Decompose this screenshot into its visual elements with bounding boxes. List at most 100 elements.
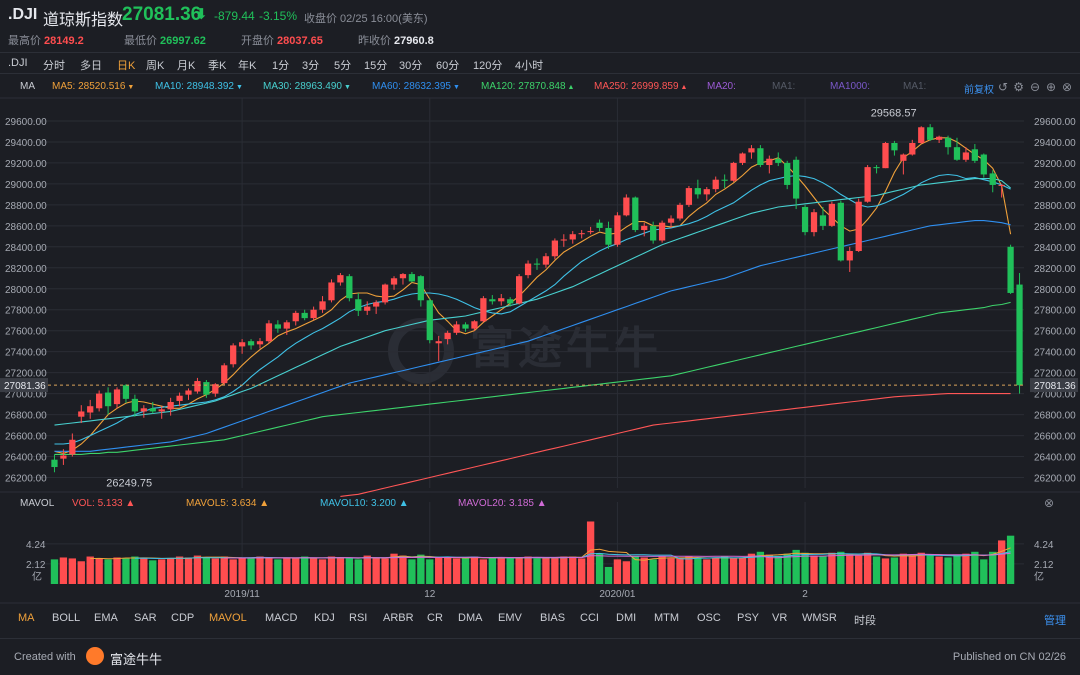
indicator-tab-sar[interactable]: SAR <box>134 612 157 624</box>
candle-body <box>51 459 58 468</box>
indicator-tab-kdj[interactable]: KDJ <box>314 612 335 624</box>
candle-body <box>685 188 693 205</box>
indicator-tab-cci[interactable]: CCI <box>580 612 599 624</box>
indicator-tabs: MA BOLL EMA SAR CDP MAVOL MACD KDJ RSI ARBR CR DMA E… <box>0 608 1080 630</box>
candle-body <box>855 201 862 252</box>
candle-body <box>953 147 961 160</box>
price-tick-right: 29600.00 <box>1034 117 1076 128</box>
volume-bar <box>935 556 943 584</box>
candle-body <box>364 306 371 311</box>
volume-bar <box>470 556 479 584</box>
price-tick-right: 27400.00 <box>1034 348 1076 359</box>
price-tick-left: 29200.00 <box>5 159 47 170</box>
volume-bar <box>381 558 389 584</box>
indicator-tab-macd[interactable]: MACD <box>265 612 297 624</box>
volume-bar <box>685 556 693 584</box>
mavol-legend-item: MAVOL5: 3.634 ▲ <box>186 498 269 509</box>
candle-body <box>784 162 791 185</box>
indicator-tab-osc[interactable]: OSC <box>697 612 721 624</box>
indicator-tab-dma[interactable]: DMA <box>458 612 482 624</box>
indicator-tab-wmsr[interactable]: WMSR <box>802 612 837 624</box>
volume-bar <box>801 552 809 584</box>
volume-bar <box>774 556 782 584</box>
candle-body <box>390 278 398 285</box>
volume-bar <box>899 553 908 584</box>
indicator-tab-arbr[interactable]: ARBR <box>383 612 414 624</box>
indicator-tab-ma[interactable]: MA <box>18 612 35 624</box>
candle-body <box>658 222 666 241</box>
candle-body <box>623 197 630 216</box>
candle-body <box>632 197 639 231</box>
volume-bar <box>202 557 211 584</box>
volume-bar <box>649 559 657 584</box>
manage-button[interactable]: 管理 <box>1044 612 1066 628</box>
volume-bar <box>971 551 979 584</box>
candle-body <box>185 390 192 395</box>
futu-logo-icon <box>86 647 104 665</box>
indicator-tab-bias[interactable]: BIAS <box>540 612 565 624</box>
created-with-label: Created with <box>14 651 76 663</box>
price-tick-left: 29000.00 <box>5 180 47 191</box>
candle-body <box>998 184 1005 186</box>
volume-bar <box>640 557 648 584</box>
indicator-tab-mavol[interactable]: MAVOL <box>209 612 247 624</box>
volume-bar <box>318 559 327 584</box>
candle-body <box>337 275 344 283</box>
candle-body <box>212 384 219 394</box>
indicator-tab-rsi[interactable]: RSI <box>349 612 367 624</box>
volume-bar <box>694 558 702 584</box>
candle-body <box>694 188 701 195</box>
volume-bar <box>238 557 246 584</box>
volume-bar <box>515 557 523 584</box>
kline-chart[interactable]: 26200.00 26200.00 26400.00 26400.00 26600.00… <box>0 0 1080 608</box>
indicator-tab-vr[interactable]: VR <box>772 612 787 624</box>
indicator-tab-mtm[interactable]: MTM <box>654 612 679 624</box>
price-tick-right: 28600.00 <box>1034 222 1076 233</box>
volume-bar <box>569 556 577 584</box>
published-label: Published on CN 02/26 <box>952 651 1066 663</box>
indicator-tab-dmi[interactable]: DMI <box>616 612 636 624</box>
volume-bar <box>175 556 184 584</box>
volume-bar <box>738 557 747 584</box>
price-tick-right: 29200.00 <box>1034 159 1076 170</box>
price-tick-right: 28000.00 <box>1034 285 1076 296</box>
indicator-tab-ema[interactable]: EMA <box>94 612 118 624</box>
indicator-tab-时段[interactable]: 时段 <box>854 612 876 628</box>
price-tick-left: 28200.00 <box>5 264 47 275</box>
volume-bar <box>354 559 362 584</box>
volume-bar <box>524 556 532 584</box>
volume-bar <box>622 561 631 584</box>
price-tick-left: 29400.00 <box>5 138 47 149</box>
indicator-tab-psy[interactable]: PSY <box>737 612 759 624</box>
candle-body <box>596 222 603 228</box>
price-tick-left: 27600.00 <box>5 327 47 338</box>
volume-bar <box>50 559 59 584</box>
candle-body <box>605 227 612 245</box>
price-tick-left: 27200.00 <box>5 369 47 380</box>
candle-body <box>203 382 210 395</box>
volume-bar <box>810 555 818 584</box>
volume-bar <box>461 557 470 584</box>
candle-body <box>480 298 487 322</box>
candle-body <box>78 411 85 417</box>
indicator-tab-emv[interactable]: EMV <box>498 612 522 624</box>
price-tick-left: 28000.00 <box>5 285 47 296</box>
candle-body <box>918 127 925 143</box>
volume-bar <box>497 557 505 584</box>
candle-body <box>516 276 523 304</box>
price-tick-left: 26800.00 <box>5 411 47 422</box>
candle-body <box>104 392 112 407</box>
indicator-tab-boll[interactable]: BOLL <box>52 612 80 624</box>
candle-body <box>238 342 246 347</box>
candle-body <box>1007 246 1014 293</box>
price-tick-left: 26200.00 <box>5 474 47 485</box>
indicator-tab-cdp[interactable]: CDP <box>171 612 194 624</box>
candle-body <box>748 148 755 153</box>
price-tick-left: 28800.00 <box>5 201 47 212</box>
price-tick-right: 28200.00 <box>1034 264 1076 275</box>
mavol-legend-item: MAVOL10: 3.200 ▲ <box>320 498 409 509</box>
volume-bar <box>193 555 202 584</box>
candle-body <box>346 276 353 299</box>
volume-close-icon: ⊗ <box>1044 496 1054 510</box>
indicator-tab-cr[interactable]: CR <box>427 612 443 624</box>
